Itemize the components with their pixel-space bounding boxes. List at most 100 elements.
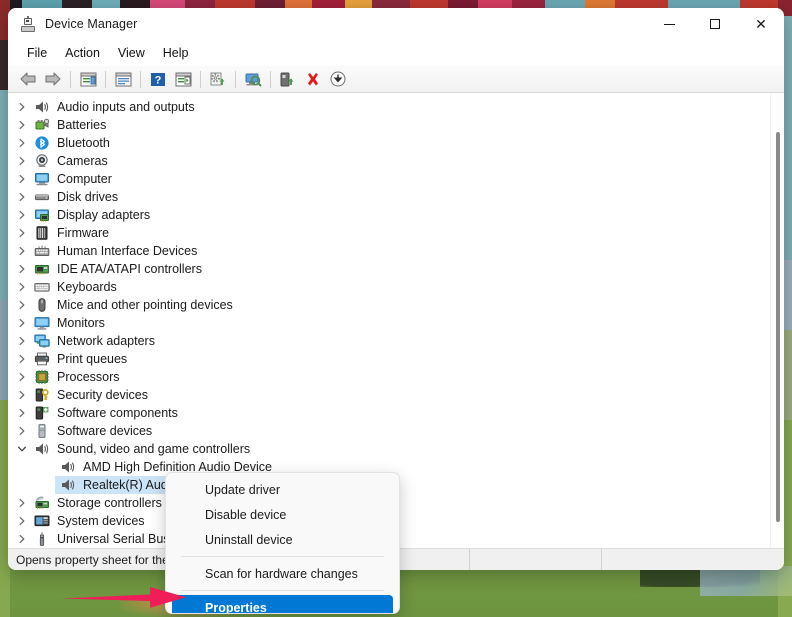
chevron-right-icon[interactable] [16, 389, 28, 401]
context-menu-separator [181, 590, 384, 591]
tree-item[interactable]: Human Interface Devices [8, 242, 770, 260]
storage-controller-icon [34, 495, 50, 511]
close-icon: ✕ [755, 16, 767, 32]
speaker-icon [60, 459, 76, 475]
chevron-right-icon[interactable] [16, 533, 28, 545]
tree-item[interactable]: Network adapters [8, 332, 770, 350]
tree-item[interactable]: Software devices [8, 422, 770, 440]
chevron-right-icon[interactable] [16, 155, 28, 167]
chevron-right-icon[interactable] [16, 371, 28, 383]
disk-drive-icon [34, 189, 50, 205]
chevron-right-icon[interactable] [16, 407, 28, 419]
toolbar-separator [270, 70, 271, 88]
disable-device-icon[interactable] [276, 68, 300, 90]
chevron-right-icon[interactable] [16, 209, 28, 221]
tree-item[interactable]: Mice and other pointing devices [8, 296, 770, 314]
chevron-right-icon[interactable] [16, 281, 28, 293]
chevron-right-icon[interactable] [16, 245, 28, 257]
context-menu-item-scan-for-hardware-changes[interactable]: Scan for hardware changes [172, 561, 393, 586]
tree-item[interactable]: Audio inputs and outputs [8, 98, 770, 116]
scrollbar-thumb[interactable] [776, 132, 780, 522]
software-component-icon [34, 405, 50, 421]
toolbar-separator [200, 70, 201, 88]
context-menu-item-uninstall-device[interactable]: Uninstall device [172, 527, 393, 552]
tree-item[interactable]: Monitors [8, 314, 770, 332]
firmware-icon [34, 225, 50, 241]
scan-for-hardware-changes-icon[interactable] [241, 68, 265, 90]
tree-item[interactable]: Batteries [8, 116, 770, 134]
tree-item[interactable]: Software components [8, 404, 770, 422]
chevron-right-icon[interactable] [16, 515, 28, 527]
computer-icon [34, 171, 50, 187]
tree-item-label: Processors [57, 370, 120, 384]
tree-item[interactable]: Keyboards [8, 278, 770, 296]
window-controls: ✕ [646, 8, 784, 40]
toolbar-separator [140, 70, 141, 88]
chevron-right-icon[interactable] [16, 497, 28, 509]
software-device-icon [34, 423, 50, 439]
speaker-icon [34, 99, 50, 115]
show-hide-console-tree-icon[interactable] [76, 68, 100, 90]
chevron-down-icon[interactable] [16, 443, 28, 455]
context-menu[interactable]: Update driver Disable device Uninstall dev… [165, 472, 400, 614]
context-menu-item-disable-device[interactable]: Disable device [172, 502, 393, 527]
tree-item-label: Software components [57, 406, 178, 420]
tree-item[interactable]: Firmware [8, 224, 770, 242]
chevron-right-icon[interactable] [16, 299, 28, 311]
chevron-right-icon[interactable] [16, 353, 28, 365]
context-menu-item-properties[interactable]: Properties [172, 595, 393, 613]
menu-help[interactable]: Help [154, 43, 198, 63]
title-bar[interactable]: Device Manager ✕ [8, 8, 784, 40]
chevron-right-icon[interactable] [16, 425, 28, 437]
tree-item[interactable]: Processors [8, 368, 770, 386]
install-legacy-hardware-icon[interactable] [326, 68, 350, 90]
tree-item[interactable]: Cameras [8, 152, 770, 170]
close-button[interactable]: ✕ [738, 8, 784, 40]
maximize-button[interactable] [692, 8, 738, 40]
chevron-right-icon[interactable] [16, 101, 28, 113]
minimize-button[interactable] [646, 8, 692, 40]
device-manager-icon [20, 16, 36, 32]
chevron-right-icon[interactable] [16, 119, 28, 131]
tree-item-label: Security devices [57, 388, 149, 402]
tree-item[interactable]: Display adapters [8, 206, 770, 224]
tree-item-label: Display adapters [57, 208, 151, 222]
help-icon[interactable]: ? [146, 68, 170, 90]
chevron-right-icon[interactable] [16, 173, 28, 185]
tree-item-label: Disk drives [57, 190, 119, 204]
chevron-right-icon[interactable] [16, 263, 28, 275]
chevron-right-icon[interactable] [16, 137, 28, 149]
chevron-right-icon[interactable] [16, 317, 28, 329]
show-hide-action-pane-icon[interactable] [171, 68, 195, 90]
tree-item[interactable]: Bluetooth [8, 134, 770, 152]
chevron-right-icon[interactable] [16, 191, 28, 203]
tree-item-label: Realtek(R) Audio [83, 478, 178, 492]
chevron-right-icon[interactable] [16, 227, 28, 239]
tree-item[interactable]: Sound, video and game controllers [8, 440, 770, 458]
menu-file[interactable]: File [18, 43, 56, 63]
menu-action[interactable]: Action [56, 43, 109, 63]
update-driver-icon[interactable] [206, 68, 230, 90]
toolbar-separator [105, 70, 106, 88]
tree-item[interactable]: IDE ATA/ATAPI controllers [8, 260, 770, 278]
back-icon[interactable] [16, 68, 40, 90]
tree-item[interactable]: Security devices [8, 386, 770, 404]
security-device-icon [34, 387, 50, 403]
tree-item-label: Audio inputs and outputs [57, 100, 195, 114]
tree-item-label: Monitors [57, 316, 105, 330]
chevron-right-icon[interactable] [16, 335, 28, 347]
uninstall-device-icon[interactable] [301, 68, 325, 90]
hid-icon [34, 243, 50, 259]
properties-icon[interactable] [111, 68, 135, 90]
tree-vertical-scrollbar[interactable] [770, 94, 784, 548]
menu-view[interactable]: View [109, 43, 154, 63]
usb-icon [34, 531, 50, 547]
keyboard-icon [34, 279, 50, 295]
tree-item[interactable]: Computer [8, 170, 770, 188]
context-menu-item-update-driver[interactable]: Update driver [172, 477, 393, 502]
tree-item[interactable]: Disk drives [8, 188, 770, 206]
tree-item-label: Print queues [57, 352, 128, 366]
tree-item[interactable]: Print queues [8, 350, 770, 368]
forward-icon[interactable] [41, 68, 65, 90]
tree-item-label: Bluetooth [57, 136, 110, 150]
